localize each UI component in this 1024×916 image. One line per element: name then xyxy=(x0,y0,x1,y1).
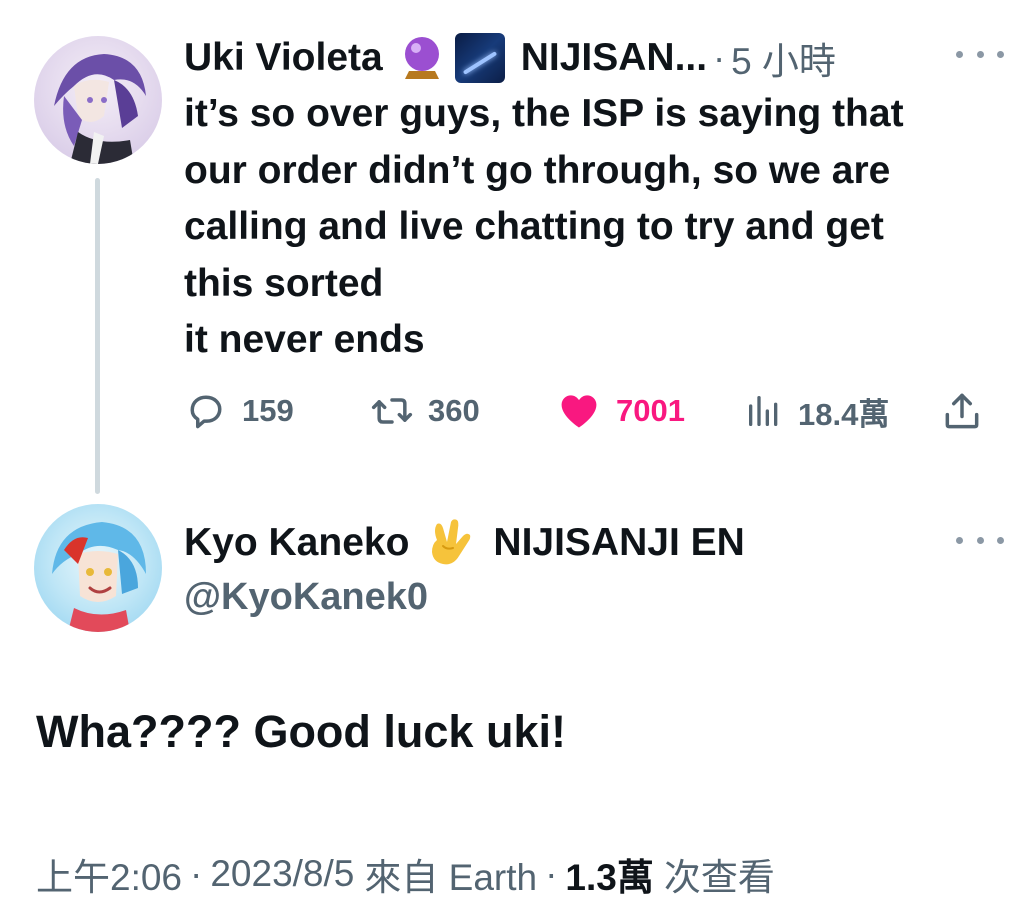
view-count: 1.3萬 xyxy=(565,857,654,898)
retweet-icon xyxy=(371,398,413,424)
reply-count: 159 xyxy=(242,393,294,428)
share-button[interactable] xyxy=(940,386,984,436)
reply-header: Kyo Kaneko NIJISANJI EN @KyoKanek0 xyxy=(184,514,1004,634)
more-options-icon[interactable] xyxy=(956,44,1004,64)
reply-button[interactable]: 159 xyxy=(184,386,294,436)
share-icon xyxy=(945,393,979,429)
tweet-text: Wha???? Good luck uki! xyxy=(36,706,566,757)
reply-icon xyxy=(190,395,222,429)
views-button[interactable]: 18.4萬 xyxy=(744,386,889,436)
love-you-gesture-icon xyxy=(423,516,477,570)
heart-filled-icon xyxy=(561,395,597,428)
affiliation-label: NIJISAN... xyxy=(520,36,708,79)
separator-dot: · xyxy=(713,37,726,78)
affiliation-label: NIJISANJI EN xyxy=(493,521,745,564)
user-handle[interactable]: @KyoKanek0 xyxy=(184,576,428,619)
avatar-illustration xyxy=(54,54,146,164)
like-button[interactable]: 7001 xyxy=(556,386,685,436)
tweet-date[interactable]: 2023/8/5 xyxy=(210,853,354,895)
parent-tweet[interactable]: Uki Violeta NIJISAN... · 5 小時 it’s so ov… xyxy=(0,0,1024,500)
tweet-text: it’s so over guys, the ISP is saying tha… xyxy=(184,92,904,361)
separator-dot: · xyxy=(190,853,203,894)
avatar[interactable] xyxy=(34,504,162,632)
crystal-ball-icon xyxy=(401,35,443,81)
thread-connector-line xyxy=(95,178,100,494)
action-bar: 159 360 7001 18.4萬 xyxy=(184,386,990,436)
tweet-header: Uki Violeta NIJISAN... · 5 小時 xyxy=(184,28,1004,88)
tweet-meta: 上午2:06 · 2023/8/5 來自 Earth · 1.3萬 次查看 xyxy=(36,846,775,902)
timestamp[interactable]: 5 小時 xyxy=(731,31,836,85)
more-options-icon[interactable] xyxy=(956,530,1004,550)
separator-dot: · xyxy=(545,853,558,894)
avatar-illustration xyxy=(52,522,146,632)
retweet-count: 360 xyxy=(428,393,480,428)
avatar[interactable] xyxy=(34,36,162,164)
like-count: 7001 xyxy=(616,393,685,428)
milky-way-icon xyxy=(454,33,505,83)
display-name[interactable]: Kyo Kaneko xyxy=(184,521,409,565)
tweet-source: 來自 Earth xyxy=(364,857,538,898)
views-count: 18.4萬 xyxy=(798,396,890,432)
retweet-button[interactable]: 360 xyxy=(370,386,480,436)
view-count-label: 次查看 xyxy=(663,857,775,898)
tweet-time[interactable]: 上午2:06 xyxy=(36,847,182,901)
reply-name-row: Kyo Kaneko NIJISANJI EN xyxy=(184,516,745,570)
display-name[interactable]: Uki Violeta xyxy=(184,36,383,80)
bar-chart-icon xyxy=(749,396,778,426)
